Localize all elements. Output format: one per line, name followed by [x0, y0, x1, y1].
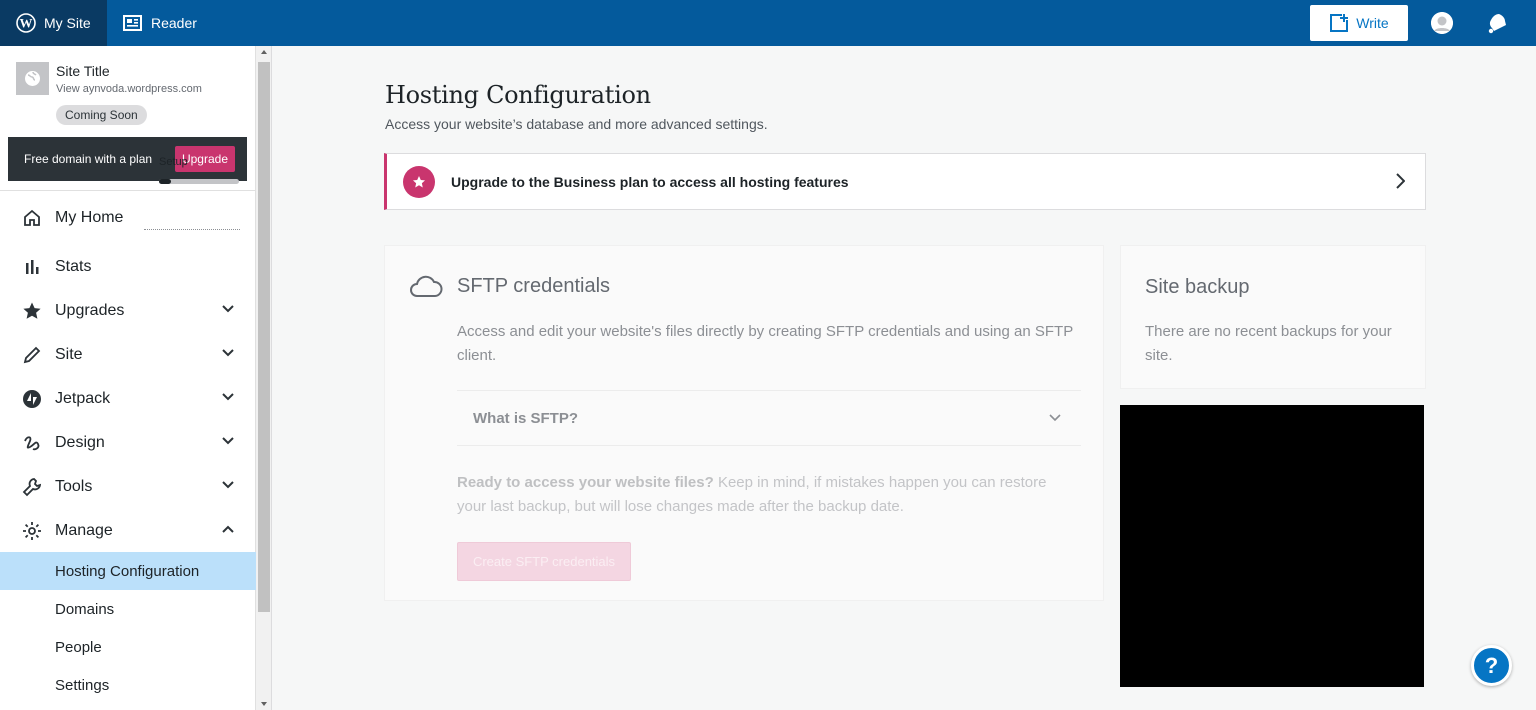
write-button[interactable]: Write	[1310, 5, 1408, 41]
reader-icon	[123, 15, 142, 31]
backup-text: There are no recent backups for your sit…	[1145, 323, 1392, 364]
sidebar-item-label: Tools	[55, 478, 93, 495]
sidebar-item-label: My Home	[55, 209, 124, 226]
sidebar-item-label: Upgrades	[55, 302, 125, 319]
free-domain-upsell[interactable]: Free domain with a plan Upgrade	[8, 137, 247, 181]
scrollbar-thumb[interactable]	[258, 62, 270, 612]
chevron-down-icon	[1049, 414, 1061, 422]
scroll-up-arrow-icon[interactable]	[261, 50, 267, 54]
sidebar-item-tools[interactable]: Tools	[0, 465, 256, 509]
sidebar-item-label: Manage	[55, 522, 113, 539]
sidebar-item-my-home[interactable]: My Home	[0, 196, 256, 240]
setup-progress-fill	[159, 179, 171, 184]
chevron-down-icon	[222, 349, 234, 357]
site-backup-card: Site backup There are no recent backups …	[1120, 245, 1426, 389]
avatar-icon	[1431, 12, 1453, 34]
site-icon	[16, 62, 49, 95]
stats-icon	[22, 257, 42, 277]
stats-sparkline	[144, 229, 240, 230]
sftp-credentials-card: SFTP credentials Access and edit your we…	[384, 245, 1104, 601]
chevron-down-icon	[222, 393, 234, 401]
site-title: Site Title	[56, 63, 110, 79]
sidebar-divider	[0, 190, 256, 191]
chevron-up-icon	[222, 525, 234, 533]
sftp-title: SFTP credentials	[457, 274, 611, 297]
setup-progress-bar	[159, 179, 239, 184]
chevron-down-icon	[222, 305, 234, 313]
jetpack-icon	[22, 389, 42, 409]
avatar[interactable]	[1431, 12, 1453, 34]
help-button[interactable]: ?	[1471, 645, 1512, 686]
chevron-down-icon	[222, 481, 234, 489]
coming-soon-badge: Coming Soon	[56, 105, 147, 125]
sidebar-item-manage[interactable]: Manage	[0, 509, 256, 553]
svg-text:W: W	[20, 16, 33, 31]
sidebar-item-jetpack[interactable]: Jetpack	[0, 377, 256, 421]
sidebar-item-label: Site	[55, 346, 83, 363]
write-icon	[1330, 14, 1349, 32]
sidebar-item-upgrades[interactable]: Upgrades	[0, 289, 256, 333]
sidebar-item-design[interactable]: Design	[0, 421, 256, 465]
top-bar: W My Site Reader Write	[0, 0, 1536, 46]
backup-title: Site backup	[1145, 276, 1250, 298]
sidebar-subitem-domains[interactable]: Domains	[0, 590, 256, 628]
faq-label: What is SFTP?	[473, 410, 578, 427]
sidebar-subitem-hosting-configuration[interactable]: Hosting Configuration	[0, 552, 256, 590]
my-site-button[interactable]: W My Site	[0, 0, 107, 46]
sidebar-item-site[interactable]: Site	[0, 333, 256, 377]
page-title: Hosting Configuration	[385, 81, 651, 109]
wrench-icon	[22, 477, 42, 497]
notifications-bell-icon	[1488, 14, 1506, 34]
sftp-ready-bold: Ready to access your website files?	[457, 474, 714, 491]
my-site-label: My Site	[44, 15, 91, 31]
reader-label: Reader	[151, 15, 197, 31]
cloud-icon	[410, 275, 443, 297]
chevron-right-icon	[1396, 173, 1405, 189]
sftp-description: Access and edit your website's files dir…	[457, 323, 1073, 364]
star-badge-icon	[403, 165, 435, 198]
sidebar-item-label: Stats	[55, 258, 92, 275]
scroll-down-arrow-icon[interactable]	[261, 702, 267, 706]
upsell-text: Free domain with a plan	[24, 152, 153, 166]
sidebar-subitem-people[interactable]: People	[0, 628, 256, 666]
what-is-sftp-accordion[interactable]: What is SFTP?	[457, 390, 1081, 446]
chevron-down-icon	[222, 437, 234, 445]
sidebar-scrollbar[interactable]	[256, 46, 272, 710]
pencil-icon	[22, 345, 42, 365]
redacted-region	[1120, 405, 1424, 687]
create-sftp-credentials-button[interactable]: Create SFTP credentials	[457, 542, 631, 581]
sidebar-item-label: Jetpack	[55, 390, 111, 407]
globe-icon	[25, 71, 40, 86]
sidebar-item-stats[interactable]: Stats	[0, 245, 256, 289]
upgrade-business-nudge[interactable]: Upgrade to the Business plan to access a…	[384, 153, 1426, 210]
home-icon	[22, 208, 42, 228]
notifications-button[interactable]	[1485, 12, 1509, 34]
sftp-header: SFTP credentials	[409, 274, 610, 298]
design-icon	[22, 433, 42, 453]
wordpress-logo-icon: W	[16, 13, 36, 33]
gear-icon	[22, 521, 42, 541]
nudge-text: Upgrade to the Business plan to access a…	[451, 173, 849, 190]
setup-label: Setup	[159, 156, 188, 168]
reader-button[interactable]: Reader	[107, 0, 197, 46]
star-icon	[22, 301, 42, 321]
site-url-link[interactable]: View aynvoda.wordpress.com	[56, 83, 202, 95]
sftp-ready-text: Ready to access your website files? Keep…	[457, 471, 1077, 519]
page-subtitle: Access your website’s database and more …	[385, 116, 768, 132]
write-label: Write	[1356, 15, 1389, 31]
sidebar-item-label: Design	[55, 434, 105, 451]
sidebar-subitem-settings[interactable]: Settings	[0, 666, 256, 704]
